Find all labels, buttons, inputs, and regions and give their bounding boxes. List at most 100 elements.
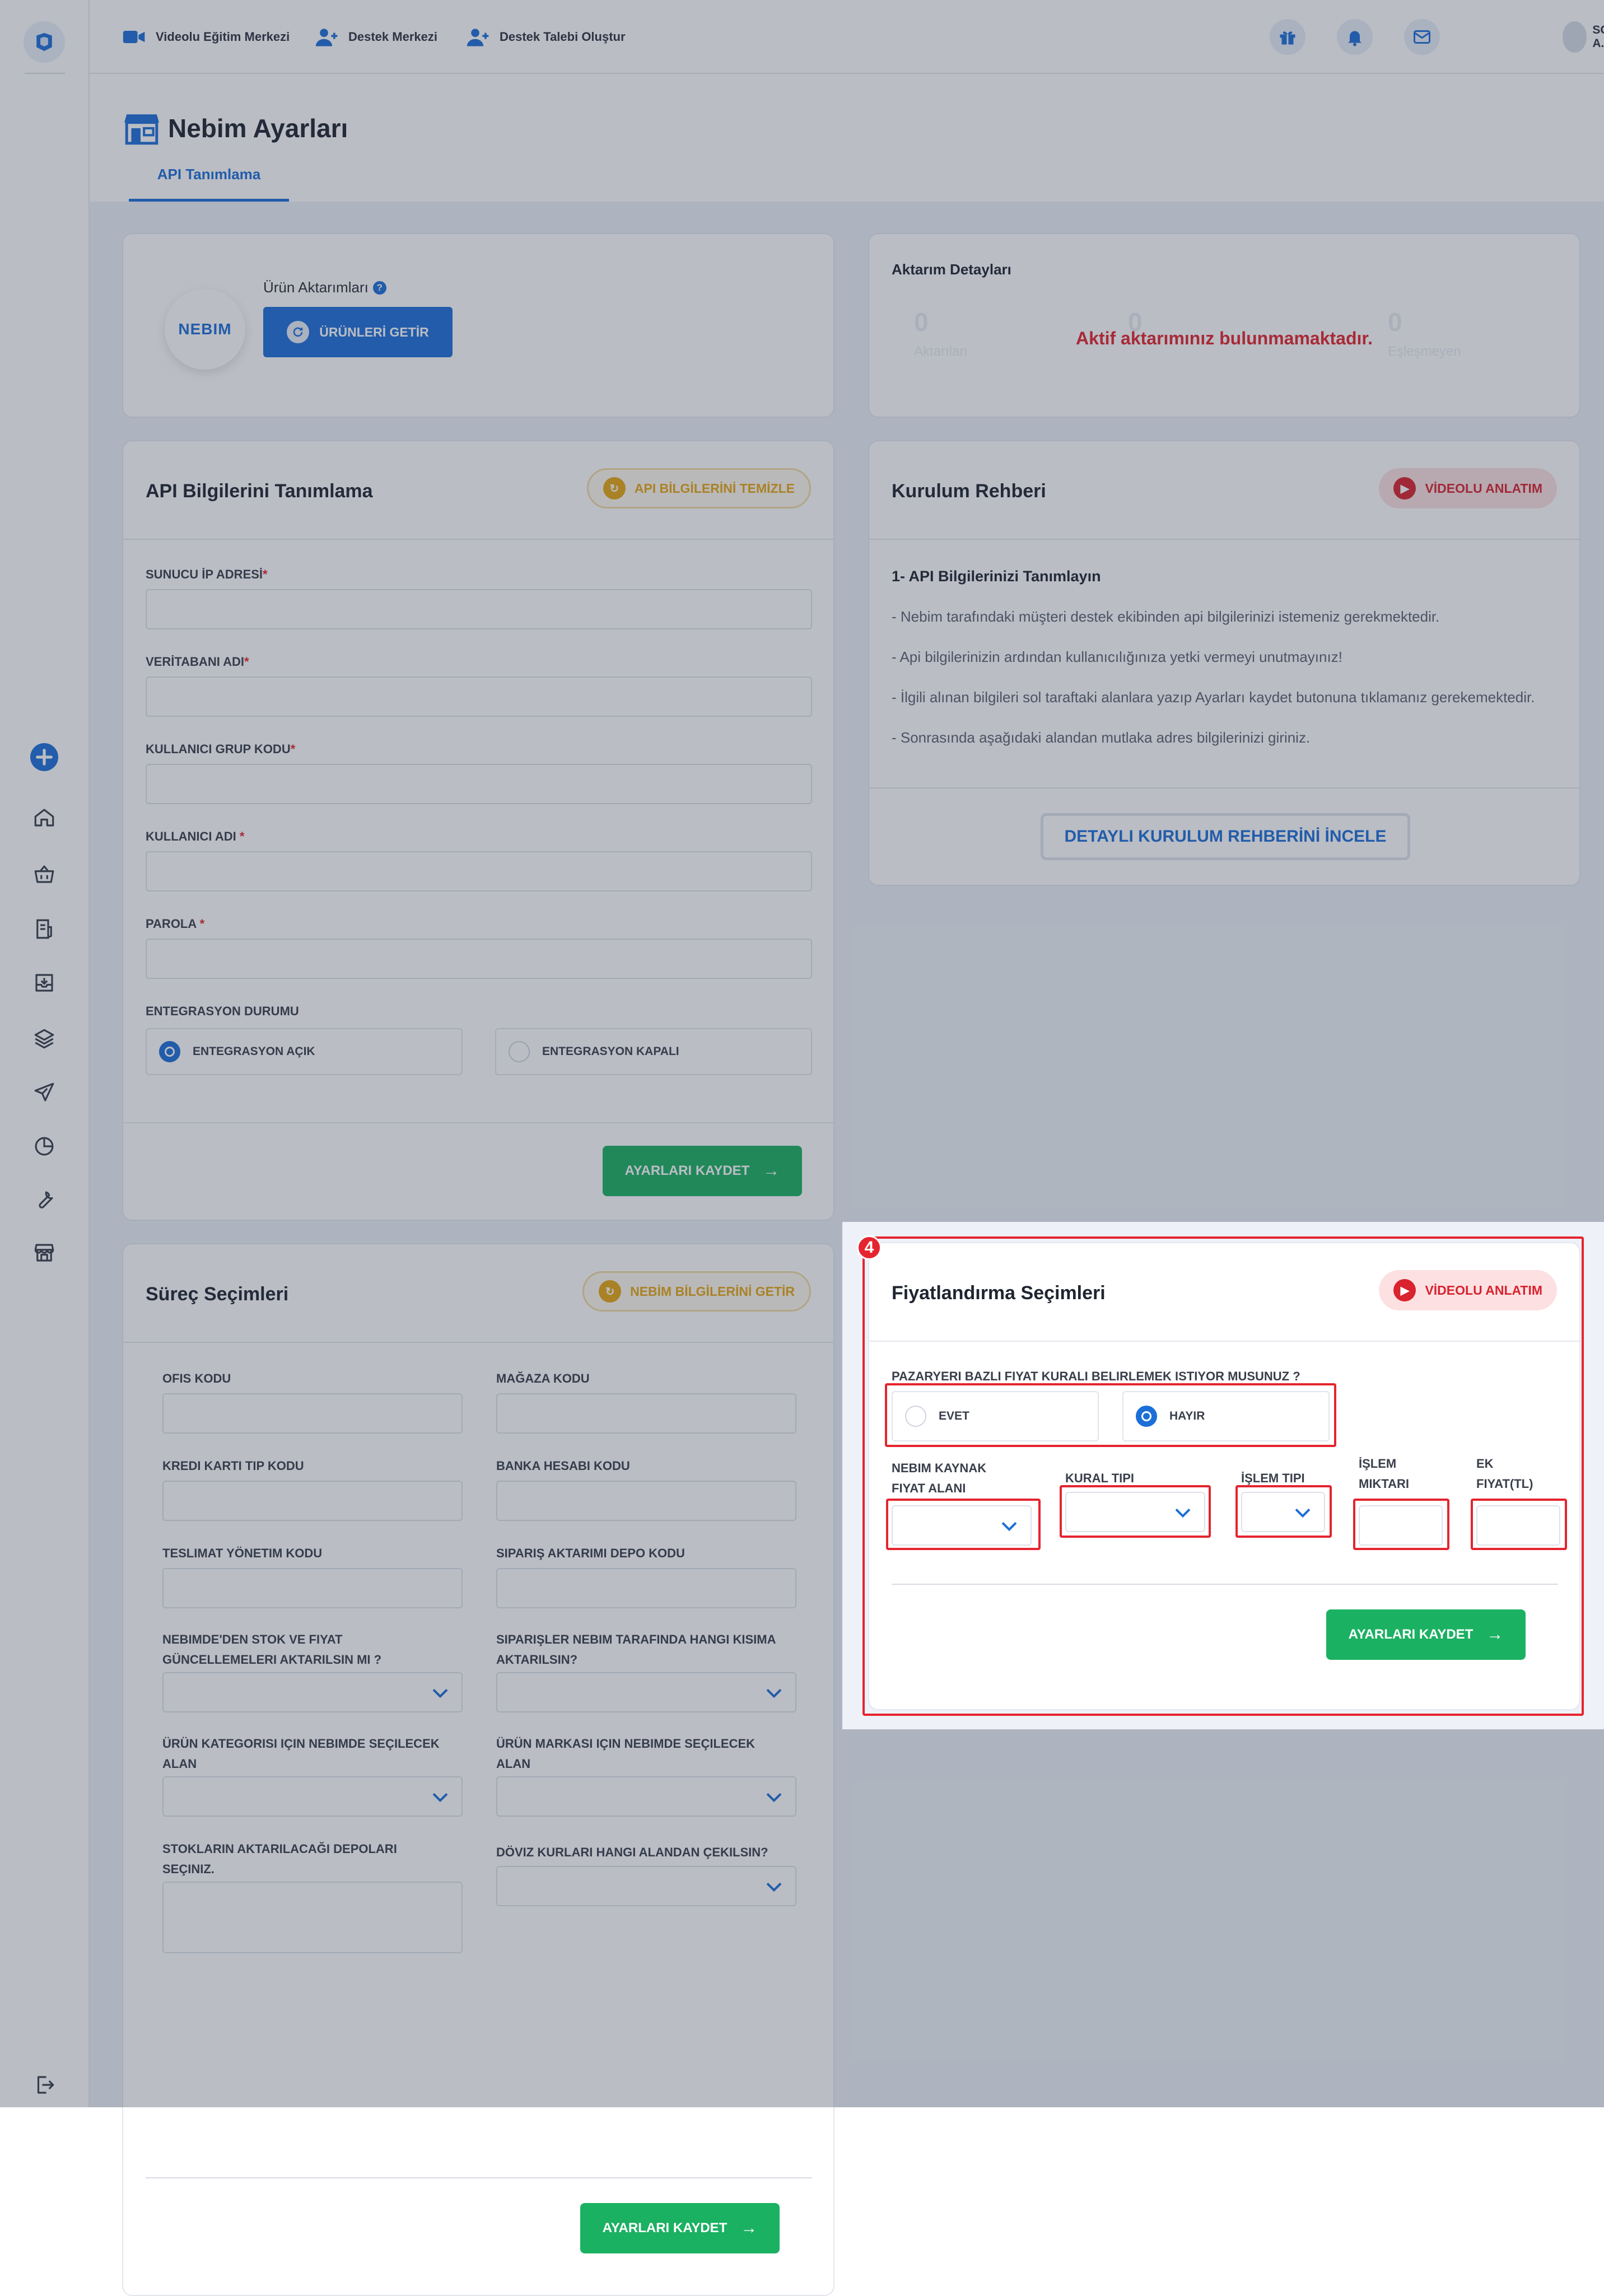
transfer-details-card: Aktarım Detayları 0 Aktarılan 0 0 Eşleşm… [868,233,1580,418]
integration-off-radio[interactable] [509,1041,530,1062]
basket-icon[interactable] [28,858,60,890]
refresh-icon [287,321,310,343]
layers-icon[interactable] [28,1023,60,1055]
chevron-down-icon [432,1793,448,1803]
card-type-code-input[interactable] [162,1481,463,1521]
refresh-icon: ↻ [599,1280,622,1303]
help-icon[interactable]: ? [372,281,386,295]
fetch-products-button[interactable]: ÜRÜNLERİ GETİR [263,307,453,357]
wrench-icon[interactable] [28,1184,60,1216]
brand-logo[interactable] [24,21,65,63]
sidebar-divider [25,73,65,74]
notifications-button[interactable] [1337,19,1373,55]
fetch-products-label: ÜRÜNLERİ GETİR [319,324,429,339]
server-ip-label: SUNUCU İP ADRESİ* [146,567,268,581]
brand-field-select[interactable] [496,1776,796,1817]
arrow-right-icon: → [740,2219,758,2237]
user-plus-icon [315,29,338,46]
category-field-select[interactable] [162,1776,463,1817]
stock-depots-multiselect[interactable] [162,1882,463,1953]
currency-source-select[interactable] [496,1866,796,1906]
order-depot-code-label: SIPARIŞ AKTARIMI DEPO KODU [496,1546,685,1560]
database-name-input[interactable] [146,676,812,717]
process-selections-card: Süreç Seçimleri ↻ NEBİM BİLGİLERİNİ GETİ… [122,1243,834,2296]
gift-button[interactable] [1270,19,1305,55]
fetch-nebim-button[interactable]: ↻ NEBİM BİLGİLERİNİ GETİR [582,1271,811,1312]
pricing-save-label: AYARLARI KAYDET [1348,1627,1474,1642]
source-price-field-label: NEBIM KAYNAK FIYAT ALANI [892,1461,987,1495]
delivery-code-input[interactable] [162,1568,463,1608]
guide-card-title: Kurulum Rehberi [892,480,1046,502]
pricing-save-button[interactable]: AYARLARI KAYDET → [1326,1609,1526,1660]
guide-line-1: - Nebim tarafındaki müşteri destek ekibi… [892,608,1440,625]
process-save-button[interactable]: AYARLARI KAYDET → [580,2203,780,2253]
brand-field-label: ÜRÜN MARKASI IÇIN NEBIMDE SEÇILECEK ALAN [496,1737,756,1771]
messages-button[interactable] [1404,19,1440,55]
send-icon[interactable] [28,1076,60,1109]
create-ticket-label: Destek Talebi Oluştur [500,30,626,44]
home-icon[interactable] [28,801,60,834]
store-code-label: MAĞAZA KODU [496,1371,590,1385]
refresh-icon: ↻ [603,477,626,500]
order-section-select[interactable] [496,1672,796,1712]
order-depot-code-input[interactable] [496,1568,796,1608]
guide-video-label: VİDEOLU ANLATIM [1425,480,1542,496]
store-code-input[interactable] [496,1393,796,1434]
integration-on-option[interactable]: ENTEGRASYON AÇIK [146,1028,463,1075]
support-center-link[interactable]: Destek Merkezi [315,25,437,49]
create-ticket-link[interactable]: Destek Talebi Oluştur [466,25,626,49]
guide-video-button[interactable]: ▶ VİDEOLU ANLATIM [1379,468,1557,508]
pricing-video-button[interactable]: ▶ VİDEOLU ANLATIM [1379,1270,1557,1310]
process-card-header: Süreç Seçimleri ↻ NEBİM BİLGİLERİNİ GETİ… [123,1244,833,1343]
guide-line-2: - Api bilgilerinizin ardından kullanıcıl… [892,648,1342,665]
database-name-label: VERİTABANI ADI* [146,655,249,669]
nebim-logo: NEBIM [165,289,245,370]
transfer-details-title: Aktarım Detayları [892,261,1011,278]
stock-price-update-select[interactable] [162,1672,463,1712]
plus-icon[interactable] [30,743,58,771]
api-definition-card: API Bilgilerini Tanımlama ↻ API BİLGİLER… [122,440,834,1221]
pricing-card-header: Fiyatlandırma Seçimleri ▶ VİDEOLU ANLATI… [869,1243,1579,1342]
user-group-code-input[interactable] [146,764,812,804]
pricing-video-label: VİDEOLU ANLATIM [1425,1282,1542,1298]
product-transfer-card: NEBIM Ürün Aktarımları ? ÜRÜNLERİ GETİR [122,233,834,418]
brand-logo-icon [36,32,52,52]
username-input[interactable] [146,851,812,892]
extra-price-label: EK FIYAT(TL) [1476,1457,1533,1491]
pie-chart-icon[interactable] [28,1130,60,1163]
clear-api-button[interactable]: ↻ API BİLGİLERİNİ TEMİZLE [586,468,811,508]
page-title-text: Nebim Ayarları [168,114,348,143]
integration-on-radio[interactable] [159,1041,180,1062]
arrow-right-icon: → [763,1161,780,1180]
setup-guide-card: Kurulum Rehberi ▶ VİDEOLU ANLATIM 1- API… [868,440,1580,886]
guide-line-3: - İlgili alınan bilgileri sol taraftaki … [892,689,1535,706]
office-code-input[interactable] [162,1393,463,1434]
user-menu[interactable]: SOPYO A.Ş. [1563,20,1604,54]
pricing-selections-card: Fiyatlandırma Seçimleri ▶ VİDEOLU ANLATI… [868,1242,1580,1710]
integration-off-option[interactable]: ENTEGRASYON KAPALI [495,1028,812,1075]
detailed-guide-button[interactable]: DETAYLI KURULUM REHBERİNİ İNCELE [1041,813,1410,860]
stock-depots-label: STOKLARIN AKTARILACAĞI DEPOLARI SEÇINIZ. [162,1842,397,1876]
archive-icon[interactable] [28,967,60,999]
logout-icon[interactable] [28,2069,60,2101]
server-ip-input[interactable] [146,589,812,629]
api-save-button[interactable]: AYARLARI KAYDET → [603,1146,802,1196]
tab-api-definition[interactable]: API Tanımlama [129,166,289,202]
extra-price-highlight [1471,1499,1567,1550]
password-input[interactable] [146,939,812,979]
video-training-link[interactable]: Videolu Eğitim Merkezi [122,25,290,49]
operation-type-highlight [1235,1485,1332,1538]
currency-source-label: DÖVIZ KURLARI HANGI ALANDAN ÇEKILSIN? [496,1845,768,1859]
bank-account-code-label: BANKA HESABI KODU [496,1459,630,1473]
operation-amount-label: İŞLEM MIKTARI [1359,1457,1410,1491]
integration-status-label: ENTEGRASYON DURUMU [146,1004,299,1018]
clear-api-label: API BİLGİLERİNİ TEMİZLE [634,480,795,496]
chevron-down-icon [766,1793,782,1803]
bank-account-code-input[interactable] [496,1481,796,1521]
guide-divider [869,787,1579,788]
store-icon [124,114,159,145]
invoice-icon[interactable] [28,913,60,945]
product-transfer-text: Ürün Aktarımları [263,279,369,296]
avatar [1563,21,1587,53]
store-icon[interactable] [28,1236,60,1269]
